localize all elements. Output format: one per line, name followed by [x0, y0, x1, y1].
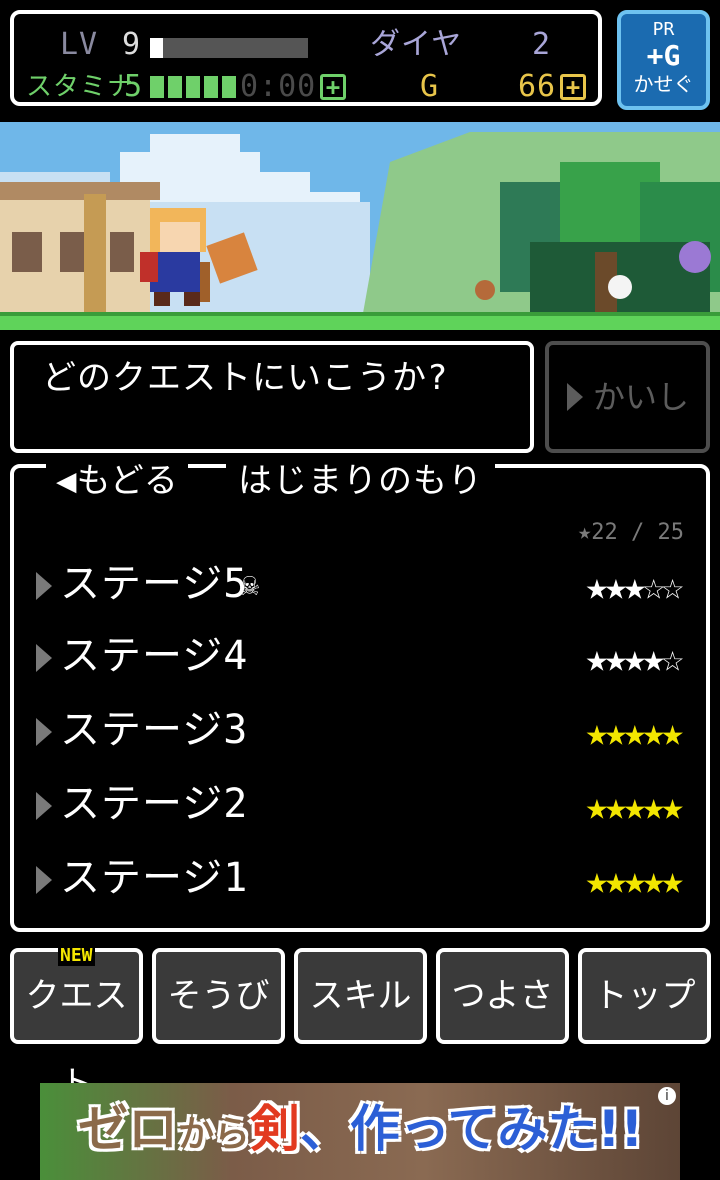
gold-label: G — [420, 69, 440, 104]
dialog-box: どのクエストにいこうか? — [10, 341, 534, 453]
stamina-segment — [150, 76, 164, 98]
area-title-label: はじまりのもり — [238, 461, 483, 501]
level-value: 9 — [122, 27, 142, 62]
ad-text-3: 剣 — [250, 1100, 301, 1158]
play-arrow-icon — [567, 383, 583, 411]
stamina-value: 5 — [124, 69, 144, 104]
stage-row[interactable]: ステージ2 ★★★★★ — [26, 776, 686, 836]
area-title: はじまりのもり — [226, 458, 495, 504]
status-panel: LV 9 ダイヤ 2 スタミナ 5 0:00 + G 66 + — [10, 10, 602, 106]
play-arrow-icon — [36, 792, 52, 820]
stage-stars: ★★★☆☆ — [585, 564, 684, 608]
ad-text-4: 、 — [300, 1100, 351, 1158]
stamina-label: スタミナ — [26, 72, 135, 102]
stage-stars: ★★★★★ — [585, 710, 684, 754]
level-exp-fill — [150, 38, 163, 58]
play-arrow-icon — [36, 866, 52, 894]
play-arrow-icon — [36, 644, 52, 672]
star-filled-icon: ★ — [623, 784, 646, 828]
level-label: LV — [60, 27, 99, 62]
star-filled-icon: ★ — [642, 858, 665, 902]
star-filled-icon: ★ — [604, 564, 627, 608]
star-filled-icon: ★ — [604, 710, 627, 754]
star-filled-icon: ★ — [604, 784, 627, 828]
stage-stars: ★★★★★ — [585, 784, 684, 828]
stamina-bar — [150, 76, 236, 98]
stage-label: ステージ1 — [60, 855, 249, 901]
star-filled-icon: ★ — [585, 710, 609, 754]
play-arrow-icon — [36, 572, 52, 600]
diamond-label: ダイヤ — [370, 27, 463, 62]
star-filled-icon: ★ — [623, 564, 646, 608]
new-badge: NEW — [58, 945, 95, 966]
star-filled-icon: ★ — [604, 636, 627, 680]
stamina-timer: 0:00 — [240, 69, 317, 104]
boss-skull-icon: ☠ — [240, 565, 260, 603]
level-exp-bar — [150, 38, 308, 58]
stamina-segment — [204, 76, 218, 98]
star-filled-icon: ★ — [661, 858, 684, 902]
star-filled-icon: ★ — [623, 858, 646, 902]
building-icon — [0, 182, 160, 314]
stage-row[interactable]: ステージ1 ★★★★★ — [26, 850, 686, 910]
start-button[interactable]: かいし — [545, 341, 710, 453]
stamina-segment — [168, 76, 182, 98]
star-empty-icon: ☆ — [642, 564, 665, 608]
star-filled-icon: ★ — [623, 636, 646, 680]
stage-label: ステージ2 — [60, 781, 249, 827]
pr-plus-gold: +G — [646, 39, 681, 72]
nav-top-button[interactable]: トップ — [578, 948, 711, 1044]
stage-row[interactable]: ステージ3 ★★★★★ — [26, 702, 686, 762]
star-total: ★22 / 25 — [578, 518, 684, 548]
game-scene — [0, 122, 720, 330]
star-filled-icon: ★ — [642, 784, 665, 828]
ad-headline: ゼロから剣、作ってみた!! — [78, 1097, 643, 1167]
stage-label: ステージ5 — [60, 561, 249, 607]
forest-icon — [475, 162, 720, 312]
star-empty-icon: ☆ — [661, 636, 684, 680]
star-filled-icon: ★ — [642, 636, 665, 680]
pr-earn-label: かせぐ — [633, 72, 694, 96]
ad-info-icon[interactable]: i — [658, 1087, 676, 1105]
play-arrow-icon — [36, 718, 52, 746]
star-filled-icon: ★ — [642, 710, 665, 754]
scene-illustration — [0, 132, 720, 330]
dialog-text: どのクエストにいこうか? — [42, 358, 449, 398]
nav-equip-button[interactable]: そうび — [152, 948, 285, 1044]
star-filled-icon: ★ — [604, 858, 627, 902]
stage-row[interactable]: ステージ5 ☠ ★★★☆☆ — [26, 556, 686, 616]
back-label: ◀もどる — [56, 461, 178, 501]
diamond-value: 2 — [532, 27, 552, 62]
stage-label: ステージ4 — [60, 633, 249, 679]
star-filled-icon: ★ — [585, 564, 609, 608]
star-total-value: 22 / 25 — [591, 520, 684, 545]
star-filled-icon: ★ — [585, 636, 609, 680]
gold-plus-button[interactable]: + — [560, 74, 586, 100]
stage-stars: ★★★★☆ — [585, 636, 684, 680]
stage-stars: ★★★★★ — [585, 858, 684, 902]
stamina-plus-button[interactable]: + — [320, 74, 346, 100]
pr-earn-gold-button[interactable]: PR +G かせぐ — [617, 10, 710, 110]
star-total-icon: ★ — [578, 520, 592, 545]
stamina-segment — [222, 76, 236, 98]
nav-status-button[interactable]: つよさ — [436, 948, 569, 1044]
ad-banner[interactable]: ゼロから剣、作ってみた!! i — [40, 1083, 680, 1180]
nav-skill-button[interactable]: スキル — [294, 948, 427, 1044]
stamina-segment — [186, 76, 200, 98]
star-filled-icon: ★ — [585, 784, 609, 828]
star-filled-icon: ★ — [661, 784, 684, 828]
star-filled-icon: ★ — [661, 710, 684, 754]
gold-value: 66 — [518, 69, 557, 104]
ad-text-1: ゼロ — [78, 1100, 178, 1158]
stage-row[interactable]: ステージ4 ★★★★☆ — [26, 628, 686, 688]
star-empty-icon: ☆ — [661, 564, 684, 608]
ad-text-5: 作ってみた!! — [350, 1100, 644, 1158]
star-filled-icon: ★ — [623, 710, 646, 754]
start-button-label: かいし — [593, 378, 690, 416]
star-filled-icon: ★ — [585, 858, 609, 902]
ad-text-2: から — [178, 1114, 251, 1155]
stage-label: ステージ3 — [60, 707, 249, 753]
back-button[interactable]: ◀もどる — [46, 458, 188, 504]
